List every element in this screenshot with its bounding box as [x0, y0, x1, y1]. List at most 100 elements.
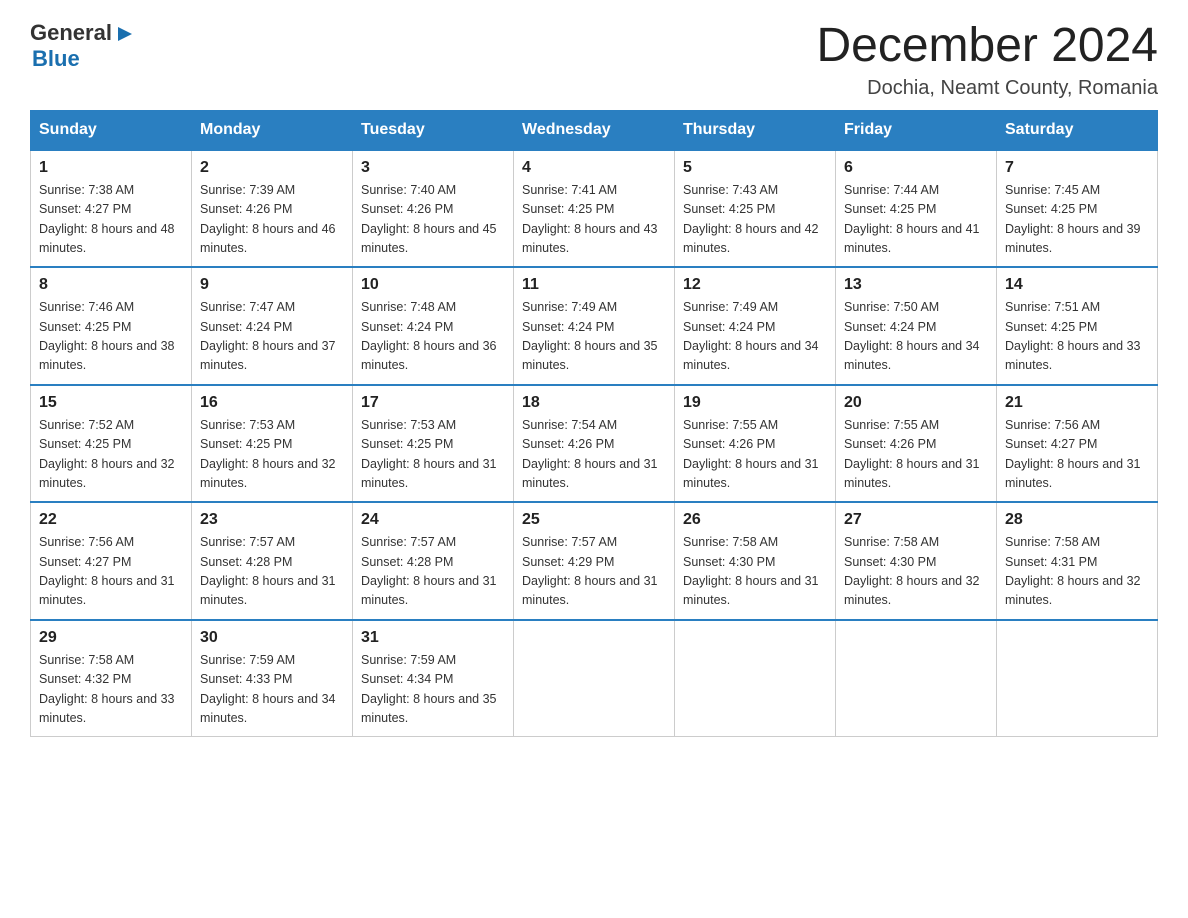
table-row: 11 Sunrise: 7:49 AMSunset: 4:24 PMDayligh…	[514, 267, 675, 385]
table-row: 15 Sunrise: 7:52 AMSunset: 4:25 PMDayligh…	[31, 385, 192, 503]
table-row	[514, 620, 675, 737]
day-info: Sunrise: 7:57 AMSunset: 4:29 PMDaylight:…	[522, 533, 666, 611]
day-info: Sunrise: 7:47 AMSunset: 4:24 PMDaylight:…	[200, 298, 344, 376]
day-number: 27	[844, 511, 988, 529]
day-number: 31	[361, 629, 505, 647]
day-info: Sunrise: 7:56 AMSunset: 4:27 PMDaylight:…	[1005, 416, 1149, 494]
table-row: 16 Sunrise: 7:53 AMSunset: 4:25 PMDayligh…	[192, 385, 353, 503]
day-info: Sunrise: 7:40 AMSunset: 4:26 PMDaylight:…	[361, 181, 505, 259]
day-info: Sunrise: 7:55 AMSunset: 4:26 PMDaylight:…	[844, 416, 988, 494]
day-number: 10	[361, 276, 505, 294]
table-row: 31 Sunrise: 7:59 AMSunset: 4:34 PMDayligh…	[353, 620, 514, 737]
day-info: Sunrise: 7:43 AMSunset: 4:25 PMDaylight:…	[683, 181, 827, 259]
logo-arrow-icon	[114, 23, 136, 45]
day-number: 12	[683, 276, 827, 294]
day-info: Sunrise: 7:53 AMSunset: 4:25 PMDaylight:…	[361, 416, 505, 494]
table-row: 17 Sunrise: 7:53 AMSunset: 4:25 PMDayligh…	[353, 385, 514, 503]
table-row: 21 Sunrise: 7:56 AMSunset: 4:27 PMDayligh…	[997, 385, 1158, 503]
logo-blue-text: Blue	[30, 46, 136, 72]
day-number: 6	[844, 159, 988, 177]
table-row: 10Sunrise: 7:48 AMSunset: 4:24 PMDayligh…	[353, 267, 514, 385]
day-number: 22	[39, 511, 183, 529]
title-block: December 2024 Dochia, Neamt County, Roma…	[816, 20, 1158, 100]
table-row: 1 Sunrise: 7:38 AMSunset: 4:27 PMDaylight…	[31, 150, 192, 268]
day-info: Sunrise: 7:53 AMSunset: 4:25 PMDaylight:…	[200, 416, 344, 494]
day-number: 4	[522, 159, 666, 177]
table-row: 3 Sunrise: 7:40 AMSunset: 4:26 PMDaylight…	[353, 150, 514, 268]
day-info: Sunrise: 7:50 AMSunset: 4:24 PMDaylight:…	[844, 298, 988, 376]
day-info: Sunrise: 7:51 AMSunset: 4:25 PMDaylight:…	[1005, 298, 1149, 376]
table-row: 5 Sunrise: 7:43 AMSunset: 4:25 PMDaylight…	[675, 150, 836, 268]
day-info: Sunrise: 7:57 AMSunset: 4:28 PMDaylight:…	[200, 533, 344, 611]
day-number: 1	[39, 159, 183, 177]
day-info: Sunrise: 7:58 AMSunset: 4:30 PMDaylight:…	[683, 533, 827, 611]
day-number: 28	[1005, 511, 1149, 529]
calendar-week-row: 1 Sunrise: 7:38 AMSunset: 4:27 PMDaylight…	[31, 150, 1158, 268]
col-tuesday: Tuesday	[353, 110, 514, 150]
location-title: Dochia, Neamt County, Romania	[816, 77, 1158, 100]
table-row: 23 Sunrise: 7:57 AMSunset: 4:28 PMDayligh…	[192, 502, 353, 620]
col-thursday: Thursday	[675, 110, 836, 150]
day-info: Sunrise: 7:38 AMSunset: 4:27 PMDaylight:…	[39, 181, 183, 259]
logo: General Blue	[30, 20, 136, 72]
table-row: 18 Sunrise: 7:54 AMSunset: 4:26 PMDayligh…	[514, 385, 675, 503]
table-row: 13 Sunrise: 7:50 AMSunset: 4:24 PMDayligh…	[836, 267, 997, 385]
table-row	[997, 620, 1158, 737]
day-info: Sunrise: 7:45 AMSunset: 4:25 PMDaylight:…	[1005, 181, 1149, 259]
table-row: 27 Sunrise: 7:58 AMSunset: 4:30 PMDayligh…	[836, 502, 997, 620]
table-row: 30Sunrise: 7:59 AMSunset: 4:33 PMDayligh…	[192, 620, 353, 737]
calendar-header-row: Sunday Monday Tuesday Wednesday Thursday…	[31, 110, 1158, 150]
day-info: Sunrise: 7:58 AMSunset: 4:31 PMDaylight:…	[1005, 533, 1149, 611]
day-number: 11	[522, 276, 666, 294]
day-number: 23	[200, 511, 344, 529]
table-row: 2 Sunrise: 7:39 AMSunset: 4:26 PMDaylight…	[192, 150, 353, 268]
day-number: 18	[522, 394, 666, 412]
calendar-table: Sunday Monday Tuesday Wednesday Thursday…	[30, 110, 1158, 738]
day-number: 13	[844, 276, 988, 294]
day-number: 2	[200, 159, 344, 177]
table-row: 24Sunrise: 7:57 AMSunset: 4:28 PMDayligh…	[353, 502, 514, 620]
day-info: Sunrise: 7:55 AMSunset: 4:26 PMDaylight:…	[683, 416, 827, 494]
table-row: 8Sunrise: 7:46 AMSunset: 4:25 PMDaylight…	[31, 267, 192, 385]
day-info: Sunrise: 7:54 AMSunset: 4:26 PMDaylight:…	[522, 416, 666, 494]
calendar-week-row: 22Sunrise: 7:56 AMSunset: 4:27 PMDayligh…	[31, 502, 1158, 620]
day-number: 5	[683, 159, 827, 177]
table-row: 25 Sunrise: 7:57 AMSunset: 4:29 PMDayligh…	[514, 502, 675, 620]
table-row: 20 Sunrise: 7:55 AMSunset: 4:26 PMDayligh…	[836, 385, 997, 503]
table-row: 28 Sunrise: 7:58 AMSunset: 4:31 PMDayligh…	[997, 502, 1158, 620]
day-number: 17	[361, 394, 505, 412]
day-number: 15	[39, 394, 183, 412]
day-number: 3	[361, 159, 505, 177]
table-row: 14 Sunrise: 7:51 AMSunset: 4:25 PMDayligh…	[997, 267, 1158, 385]
day-info: Sunrise: 7:58 AMSunset: 4:30 PMDaylight:…	[844, 533, 988, 611]
day-info: Sunrise: 7:39 AMSunset: 4:26 PMDaylight:…	[200, 181, 344, 259]
table-row: 26Sunrise: 7:58 AMSunset: 4:30 PMDayligh…	[675, 502, 836, 620]
calendar-week-row: 15 Sunrise: 7:52 AMSunset: 4:25 PMDayligh…	[31, 385, 1158, 503]
calendar-week-row: 29 Sunrise: 7:58 AMSunset: 4:32 PMDayligh…	[31, 620, 1158, 737]
day-number: 25	[522, 511, 666, 529]
table-row: 6 Sunrise: 7:44 AMSunset: 4:25 PMDaylight…	[836, 150, 997, 268]
table-row: 9Sunrise: 7:47 AMSunset: 4:24 PMDaylight…	[192, 267, 353, 385]
table-row: 7 Sunrise: 7:45 AMSunset: 4:25 PMDaylight…	[997, 150, 1158, 268]
day-info: Sunrise: 7:59 AMSunset: 4:33 PMDaylight:…	[200, 651, 344, 729]
day-info: Sunrise: 7:59 AMSunset: 4:34 PMDaylight:…	[361, 651, 505, 729]
table-row	[675, 620, 836, 737]
table-row: 19 Sunrise: 7:55 AMSunset: 4:26 PMDayligh…	[675, 385, 836, 503]
day-number: 21	[1005, 394, 1149, 412]
day-info: Sunrise: 7:49 AMSunset: 4:24 PMDaylight:…	[683, 298, 827, 376]
day-number: 20	[844, 394, 988, 412]
day-number: 29	[39, 629, 183, 647]
day-number: 14	[1005, 276, 1149, 294]
month-title: December 2024	[816, 20, 1158, 73]
day-number: 8	[39, 276, 183, 294]
col-friday: Friday	[836, 110, 997, 150]
day-info: Sunrise: 7:57 AMSunset: 4:28 PMDaylight:…	[361, 533, 505, 611]
day-info: Sunrise: 7:58 AMSunset: 4:32 PMDaylight:…	[39, 651, 183, 729]
day-number: 19	[683, 394, 827, 412]
day-number: 7	[1005, 159, 1149, 177]
day-info: Sunrise: 7:52 AMSunset: 4:25 PMDaylight:…	[39, 416, 183, 494]
day-number: 16	[200, 394, 344, 412]
day-info: Sunrise: 7:49 AMSunset: 4:24 PMDaylight:…	[522, 298, 666, 376]
day-info: Sunrise: 7:44 AMSunset: 4:25 PMDaylight:…	[844, 181, 988, 259]
table-row: 12 Sunrise: 7:49 AMSunset: 4:24 PMDayligh…	[675, 267, 836, 385]
